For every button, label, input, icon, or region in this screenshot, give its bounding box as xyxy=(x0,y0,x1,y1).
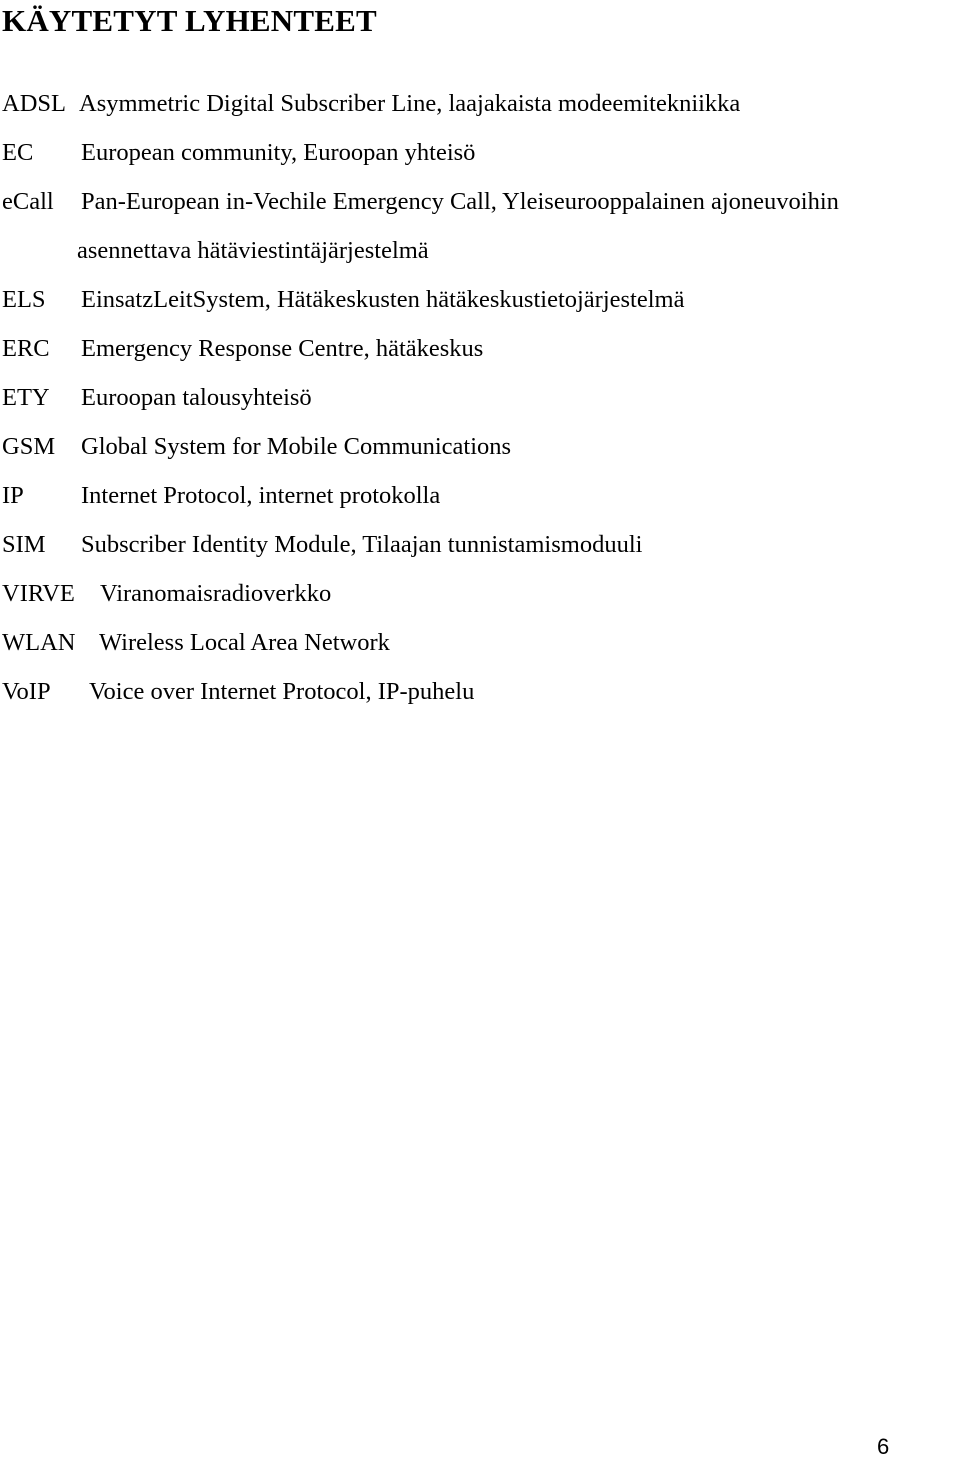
abbreviation-definition: European community, Euroopan yhteisö xyxy=(81,139,476,166)
abbreviation-definition: Euroopan talousyhteisö xyxy=(81,384,312,411)
abbreviation-term: ETY xyxy=(2,384,50,411)
abbreviation-term: VIRVE xyxy=(2,580,75,607)
abbreviation-definition: asennettava hätäviestintäjärjestelmä xyxy=(77,237,429,264)
abbreviation-definition: Subscriber Identity Module, Tilaajan tun… xyxy=(81,531,643,558)
abbreviation-term: ELS xyxy=(2,286,46,313)
abbreviation-term: SIM xyxy=(2,531,46,558)
abbreviation-term: WLAN xyxy=(2,629,76,656)
abbreviation-definition: Wireless Local Area Network xyxy=(99,629,390,656)
abbreviation-term: IP xyxy=(2,482,24,509)
abbreviation-term: GSM xyxy=(2,433,56,460)
abbreviation-term: ERC xyxy=(2,335,50,362)
abbreviation-definition: Global System for Mobile Communications xyxy=(81,433,512,460)
abbreviation-definition: Pan-European in-Vechile Emergency Call, … xyxy=(81,188,839,215)
abbreviation-definition: Asymmetric Digital Subscriber Line, laaj… xyxy=(79,90,741,117)
abbreviation-term: EC xyxy=(2,139,34,166)
page-title: KÄYTETYT LYHENTEET xyxy=(2,3,377,38)
abbreviation-definition: Emergency Response Centre, hätäkeskus xyxy=(81,335,484,362)
abbreviation-term: VoIP xyxy=(2,678,51,705)
abbreviation-definition: Voice over Internet Protocol, IP-puhelu xyxy=(89,678,475,705)
page-number: 6 xyxy=(877,1434,890,1459)
abbreviation-definition: Internet Protocol, internet protokolla xyxy=(81,482,441,509)
abbreviation-definition: EinsatzLeitSystem, Hätäkeskusten hätäkes… xyxy=(81,286,685,313)
abbreviation-term: ADSL xyxy=(2,90,66,117)
abbreviation-term: eCall xyxy=(2,188,54,215)
abbreviation-definition: Viranomaisradioverkko xyxy=(100,580,332,607)
